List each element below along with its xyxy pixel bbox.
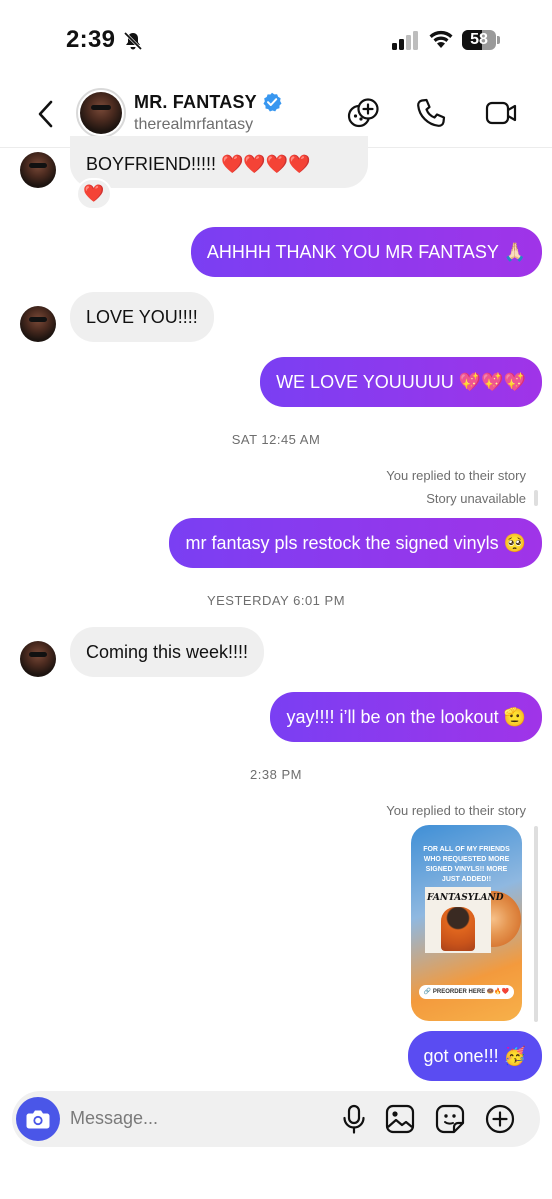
status-time: 2:39 — [66, 26, 116, 53]
story-preview[interactable]: FOR ALL OF MY FRIENDS WHO REQUESTED MORE… — [411, 825, 522, 1021]
status-bar: 2:39 58 — [0, 0, 552, 80]
heart-reaction[interactable]: ❤️ — [76, 178, 112, 210]
incoming-message[interactable]: Coming this week!!!! — [70, 627, 265, 677]
incoming-message[interactable]: BOYFRIEND!!!!! ❤️❤️❤️❤️ — [70, 136, 368, 188]
timestamp: SAT 12:45 AM — [231, 432, 321, 447]
outgoing-message[interactable]: AHHHH THANK YOU MR FANTASY 🙏🏻 — [190, 227, 542, 277]
video-icon[interactable] — [484, 96, 518, 130]
story-reply-note: You replied to their story — [386, 803, 526, 818]
camera-button[interactable] — [16, 1097, 60, 1141]
gallery-icon[interactable] — [384, 1103, 416, 1135]
preorder-link-sticker: 🔗 PREORDER HERE 🍩🔥❤️ — [419, 985, 514, 999]
message-composer: Message... — [12, 1091, 540, 1147]
story-reply-line — [534, 490, 538, 506]
microphone-icon[interactable] — [338, 1103, 370, 1135]
album-figure — [441, 907, 475, 951]
outgoing-message[interactable]: yay!!!! i’ll be on the lookout 🫡 — [270, 692, 542, 742]
battery-indicator: 58 — [462, 30, 500, 50]
camera-icon — [26, 1110, 50, 1129]
signal-icon — [392, 31, 418, 50]
story-reply-line — [534, 826, 538, 1022]
outgoing-message[interactable]: got one!!! 🥳 — [407, 1031, 542, 1081]
timestamp: YESTERDAY 6:01 PM — [206, 593, 346, 608]
avatar[interactable] — [20, 641, 56, 677]
contact-name[interactable]: MR. FANTASY — [134, 92, 257, 113]
phone-icon[interactable] — [414, 96, 448, 130]
chevron-left-icon[interactable] — [32, 98, 60, 130]
header-avatar[interactable] — [76, 88, 126, 138]
wifi-icon — [429, 30, 453, 48]
outgoing-message[interactable]: WE LOVE YOUUUUU 💖💖💖 — [260, 357, 542, 407]
sticker-icon[interactable] — [434, 1103, 466, 1135]
story-reply-note: You replied to their story — [386, 468, 526, 483]
avatar[interactable] — [20, 306, 56, 342]
album-title: FANTASYLAND — [427, 893, 504, 903]
avatar-image — [80, 92, 122, 134]
timestamp: 2:38 PM — [250, 767, 302, 782]
avatar[interactable] — [20, 152, 56, 188]
plus-icon[interactable] — [484, 1103, 516, 1135]
incoming-message[interactable]: LOVE YOU!!!! — [70, 292, 214, 342]
avatar-image — [20, 641, 56, 677]
message-input[interactable]: Message... — [70, 1108, 158, 1129]
verified-badge-icon — [263, 92, 282, 112]
battery-level: 58 — [470, 31, 488, 48]
outgoing-message[interactable]: mr fantasy pls restock the signed vinyls… — [169, 518, 542, 568]
avatar-image — [20, 152, 56, 188]
bell-slash-icon — [123, 31, 143, 51]
contact-handle[interactable]: therealmrfantasy — [134, 116, 253, 134]
story-unavailable-note: Story unavailable — [426, 491, 526, 506]
album-cover: FANTASYLAND — [425, 887, 504, 953]
story-caption: FOR ALL OF MY FRIENDS WHO REQUESTED MORE… — [423, 846, 510, 883]
effects-icon[interactable] — [346, 96, 380, 130]
album-image: FANTASYLAND — [425, 887, 521, 953]
avatar-image — [20, 306, 56, 342]
